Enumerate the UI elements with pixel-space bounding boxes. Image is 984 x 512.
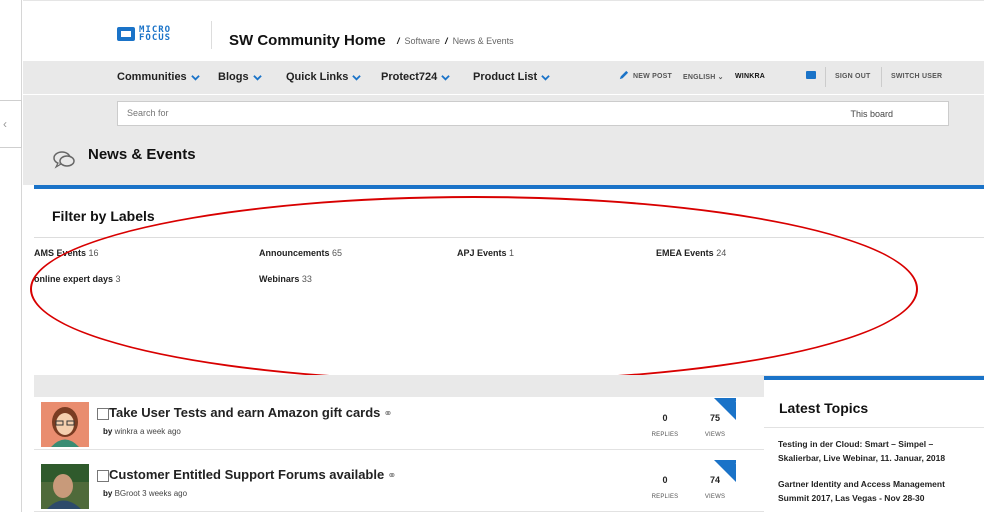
- site-title[interactable]: SW Community Home: [229, 32, 386, 49]
- chevron-down-icon: [441, 74, 451, 81]
- label-ams-events[interactable]: AMS Events 16: [34, 248, 99, 258]
- replies-label: REPLIES: [651, 494, 679, 500]
- latest-topic-link[interactable]: Gartner Identity and Access Management S…: [778, 477, 978, 505]
- topic-checkbox[interactable]: [97, 408, 109, 420]
- replies-count: 0: [662, 413, 668, 423]
- topic-meta: by BGroot 3 weeks ago: [103, 489, 188, 498]
- search-input[interactable]: [127, 108, 727, 118]
- nav-product-list[interactable]: Product List: [473, 71, 550, 83]
- author-link[interactable]: BGroot: [115, 489, 140, 498]
- chevron-down-icon: ⌄: [717, 74, 724, 81]
- label-emea-events[interactable]: EMEA Events 24: [656, 248, 726, 258]
- sign-out-link[interactable]: SIGN OUT: [835, 73, 870, 80]
- nav-communities[interactable]: Communities: [117, 71, 200, 83]
- site-header: MICRO FOCUS SW Community Home / Software…: [23, 0, 984, 60]
- switch-user-link[interactable]: SWITCH USER: [891, 73, 942, 80]
- nav-divider: [825, 67, 826, 87]
- replies-count: 0: [662, 475, 668, 485]
- mail-icon[interactable]: [806, 71, 816, 79]
- topic-title[interactable]: Take User Tests and earn Amazon gift car…: [109, 405, 393, 420]
- pinned-flag: [714, 398, 736, 420]
- avatar: [41, 464, 89, 509]
- divider: [764, 427, 984, 428]
- search-bar: This board: [23, 95, 984, 133]
- search-scope-selector[interactable]: This board: [850, 109, 893, 119]
- main-nav: Communities Blogs Quick Links Protect724…: [23, 61, 984, 94]
- author-link[interactable]: winkra: [115, 427, 138, 436]
- left-panel-edge: [0, 0, 22, 512]
- nav-protect724[interactable]: Protect724: [381, 71, 451, 83]
- avatar: [41, 402, 89, 447]
- header-divider: [211, 21, 212, 49]
- new-post-link[interactable]: NEW POST: [633, 73, 672, 80]
- chevron-down-icon: [352, 74, 362, 81]
- pin-icon: ▼: [734, 399, 742, 408]
- collapse-panel-handle[interactable]: ‹: [0, 100, 22, 148]
- topic-title[interactable]: Customer Entitled Support Forums availab…: [109, 467, 396, 482]
- chevron-left-icon: ‹: [3, 117, 7, 131]
- breadcrumb-item-news-events[interactable]: News & Events: [453, 36, 514, 46]
- username-link[interactable]: WINKRA: [735, 73, 765, 80]
- nav-blogs[interactable]: Blogs: [218, 71, 262, 83]
- board-header: News & Events: [23, 133, 984, 185]
- filter-title: Filter by Labels: [52, 208, 155, 224]
- replies-label: REPLIES: [651, 432, 679, 438]
- topic-meta: by winkra a week ago: [103, 427, 181, 436]
- logo-mark-icon: [117, 27, 135, 41]
- breadcrumb-item-software[interactable]: Software: [405, 36, 441, 46]
- chevron-down-icon: [252, 74, 262, 81]
- topic-checkbox[interactable]: [97, 470, 109, 482]
- latest-topic-link[interactable]: Testing in der Cloud: Smart – Simpel – S…: [778, 437, 978, 465]
- pin-icon: ▼: [734, 461, 742, 470]
- list-item[interactable]: Take User Tests and earn Amazon gift car…: [34, 398, 764, 450]
- label-webinars[interactable]: Webinars 33: [259, 274, 312, 284]
- language-selector[interactable]: ENGLISH ⌄: [683, 73, 724, 81]
- label-online-expert-days[interactable]: online expert days 3: [34, 274, 121, 284]
- label-announcements[interactable]: Announcements 65: [259, 248, 342, 258]
- micro-focus-logo[interactable]: MICRO FOCUS: [117, 25, 172, 43]
- pencil-icon: [619, 70, 629, 80]
- logo-wordmark: MICRO FOCUS: [139, 25, 172, 43]
- filter-by-labels-panel: Filter by Labels AMS Events 16 Announcem…: [34, 189, 984, 375]
- views-label: VIEWS: [704, 432, 726, 438]
- pinned-flag: [714, 460, 736, 482]
- chevron-down-icon: [190, 74, 200, 81]
- views-label: VIEWS: [704, 494, 726, 500]
- nav-divider: [881, 67, 882, 87]
- breadcrumb: / Software / News & Events: [397, 36, 514, 46]
- list-item[interactable]: Customer Entitled Support Forums availab…: [34, 460, 764, 512]
- chevron-down-icon: [541, 74, 550, 81]
- nav-quick-links[interactable]: Quick Links: [286, 71, 362, 83]
- link-icon: ⚭: [383, 408, 393, 420]
- page-title: News & Events: [88, 146, 196, 163]
- divider: [34, 237, 984, 238]
- page: ‹ MICRO FOCUS SW Community Home / Softwa…: [0, 0, 984, 512]
- latest-topics-sidebar: Latest Topics Testing in der Cloud: Smar…: [764, 380, 984, 512]
- search-box[interactable]: This board: [117, 101, 949, 126]
- label-apj-events[interactable]: APJ Events 1: [457, 248, 514, 258]
- chat-bubbles-icon: [53, 151, 75, 169]
- link-icon: ⚭: [387, 470, 397, 482]
- sidebar-title: Latest Topics: [779, 400, 869, 416]
